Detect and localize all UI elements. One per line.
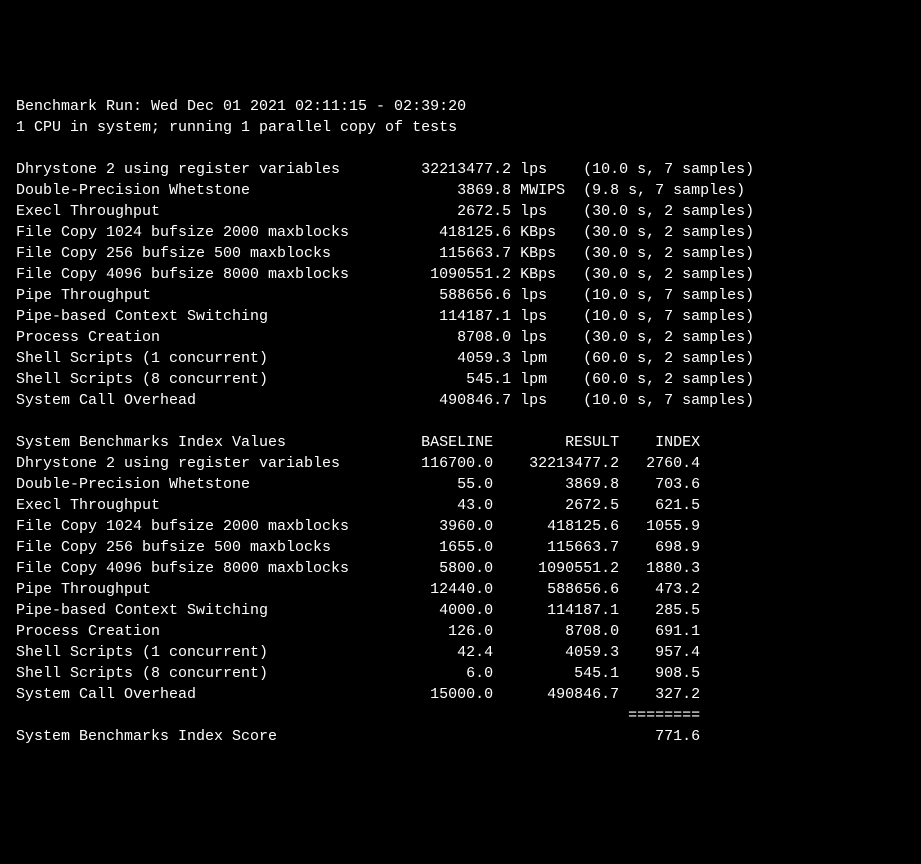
- index-row: Dhrystone 2 using register variables 116…: [16, 455, 700, 472]
- index-row: File Copy 256 bufsize 500 maxblocks 1655…: [16, 539, 700, 556]
- terminal-output: Benchmark Run: Wed Dec 01 2021 02:11:15 …: [16, 96, 905, 747]
- test-result-row: Shell Scripts (1 concurrent) 4059.3 lpm …: [16, 350, 754, 367]
- index-row: Execl Throughput 43.0 2672.5 621.5: [16, 497, 700, 514]
- test-result-row: File Copy 4096 bufsize 8000 maxblocks 10…: [16, 266, 754, 283]
- test-result-row: Pipe Throughput 588656.6 lps (10.0 s, 7 …: [16, 287, 754, 304]
- test-result-row: File Copy 256 bufsize 500 maxblocks 1156…: [16, 245, 754, 262]
- index-row: Shell Scripts (8 concurrent) 6.0 545.1 9…: [16, 665, 700, 682]
- cpu-info-line: 1 CPU in system; running 1 parallel copy…: [16, 119, 457, 136]
- test-result-row: Process Creation 8708.0 lps (30.0 s, 2 s…: [16, 329, 754, 346]
- test-result-row: Double-Precision Whetstone 3869.8 MWIPS …: [16, 182, 745, 199]
- test-result-row: Shell Scripts (8 concurrent) 545.1 lpm (…: [16, 371, 754, 388]
- index-row: Double-Precision Whetstone 55.0 3869.8 7…: [16, 476, 700, 493]
- index-divider: ========: [16, 707, 700, 724]
- index-row: Shell Scripts (1 concurrent) 42.4 4059.3…: [16, 644, 700, 661]
- test-result-row: File Copy 1024 bufsize 2000 maxblocks 41…: [16, 224, 754, 241]
- index-row: Process Creation 126.0 8708.0 691.1: [16, 623, 700, 640]
- index-row: Pipe Throughput 12440.0 588656.6 473.2: [16, 581, 700, 598]
- test-result-row: Execl Throughput 2672.5 lps (30.0 s, 2 s…: [16, 203, 754, 220]
- index-header-row: System Benchmarks Index Values BASELINE …: [16, 434, 700, 451]
- test-result-row: Dhrystone 2 using register variables 322…: [16, 161, 754, 178]
- test-result-row: Pipe-based Context Switching 114187.1 lp…: [16, 308, 754, 325]
- index-row: Pipe-based Context Switching 4000.0 1141…: [16, 602, 700, 619]
- benchmark-run-line: Benchmark Run: Wed Dec 01 2021 02:11:15 …: [16, 98, 466, 115]
- index-row: System Call Overhead 15000.0 490846.7 32…: [16, 686, 700, 703]
- test-result-row: System Call Overhead 490846.7 lps (10.0 …: [16, 392, 754, 409]
- index-row: File Copy 4096 bufsize 8000 maxblocks 58…: [16, 560, 700, 577]
- index-row: File Copy 1024 bufsize 2000 maxblocks 39…: [16, 518, 700, 535]
- index-score-row: System Benchmarks Index Score 771.6: [16, 728, 700, 745]
